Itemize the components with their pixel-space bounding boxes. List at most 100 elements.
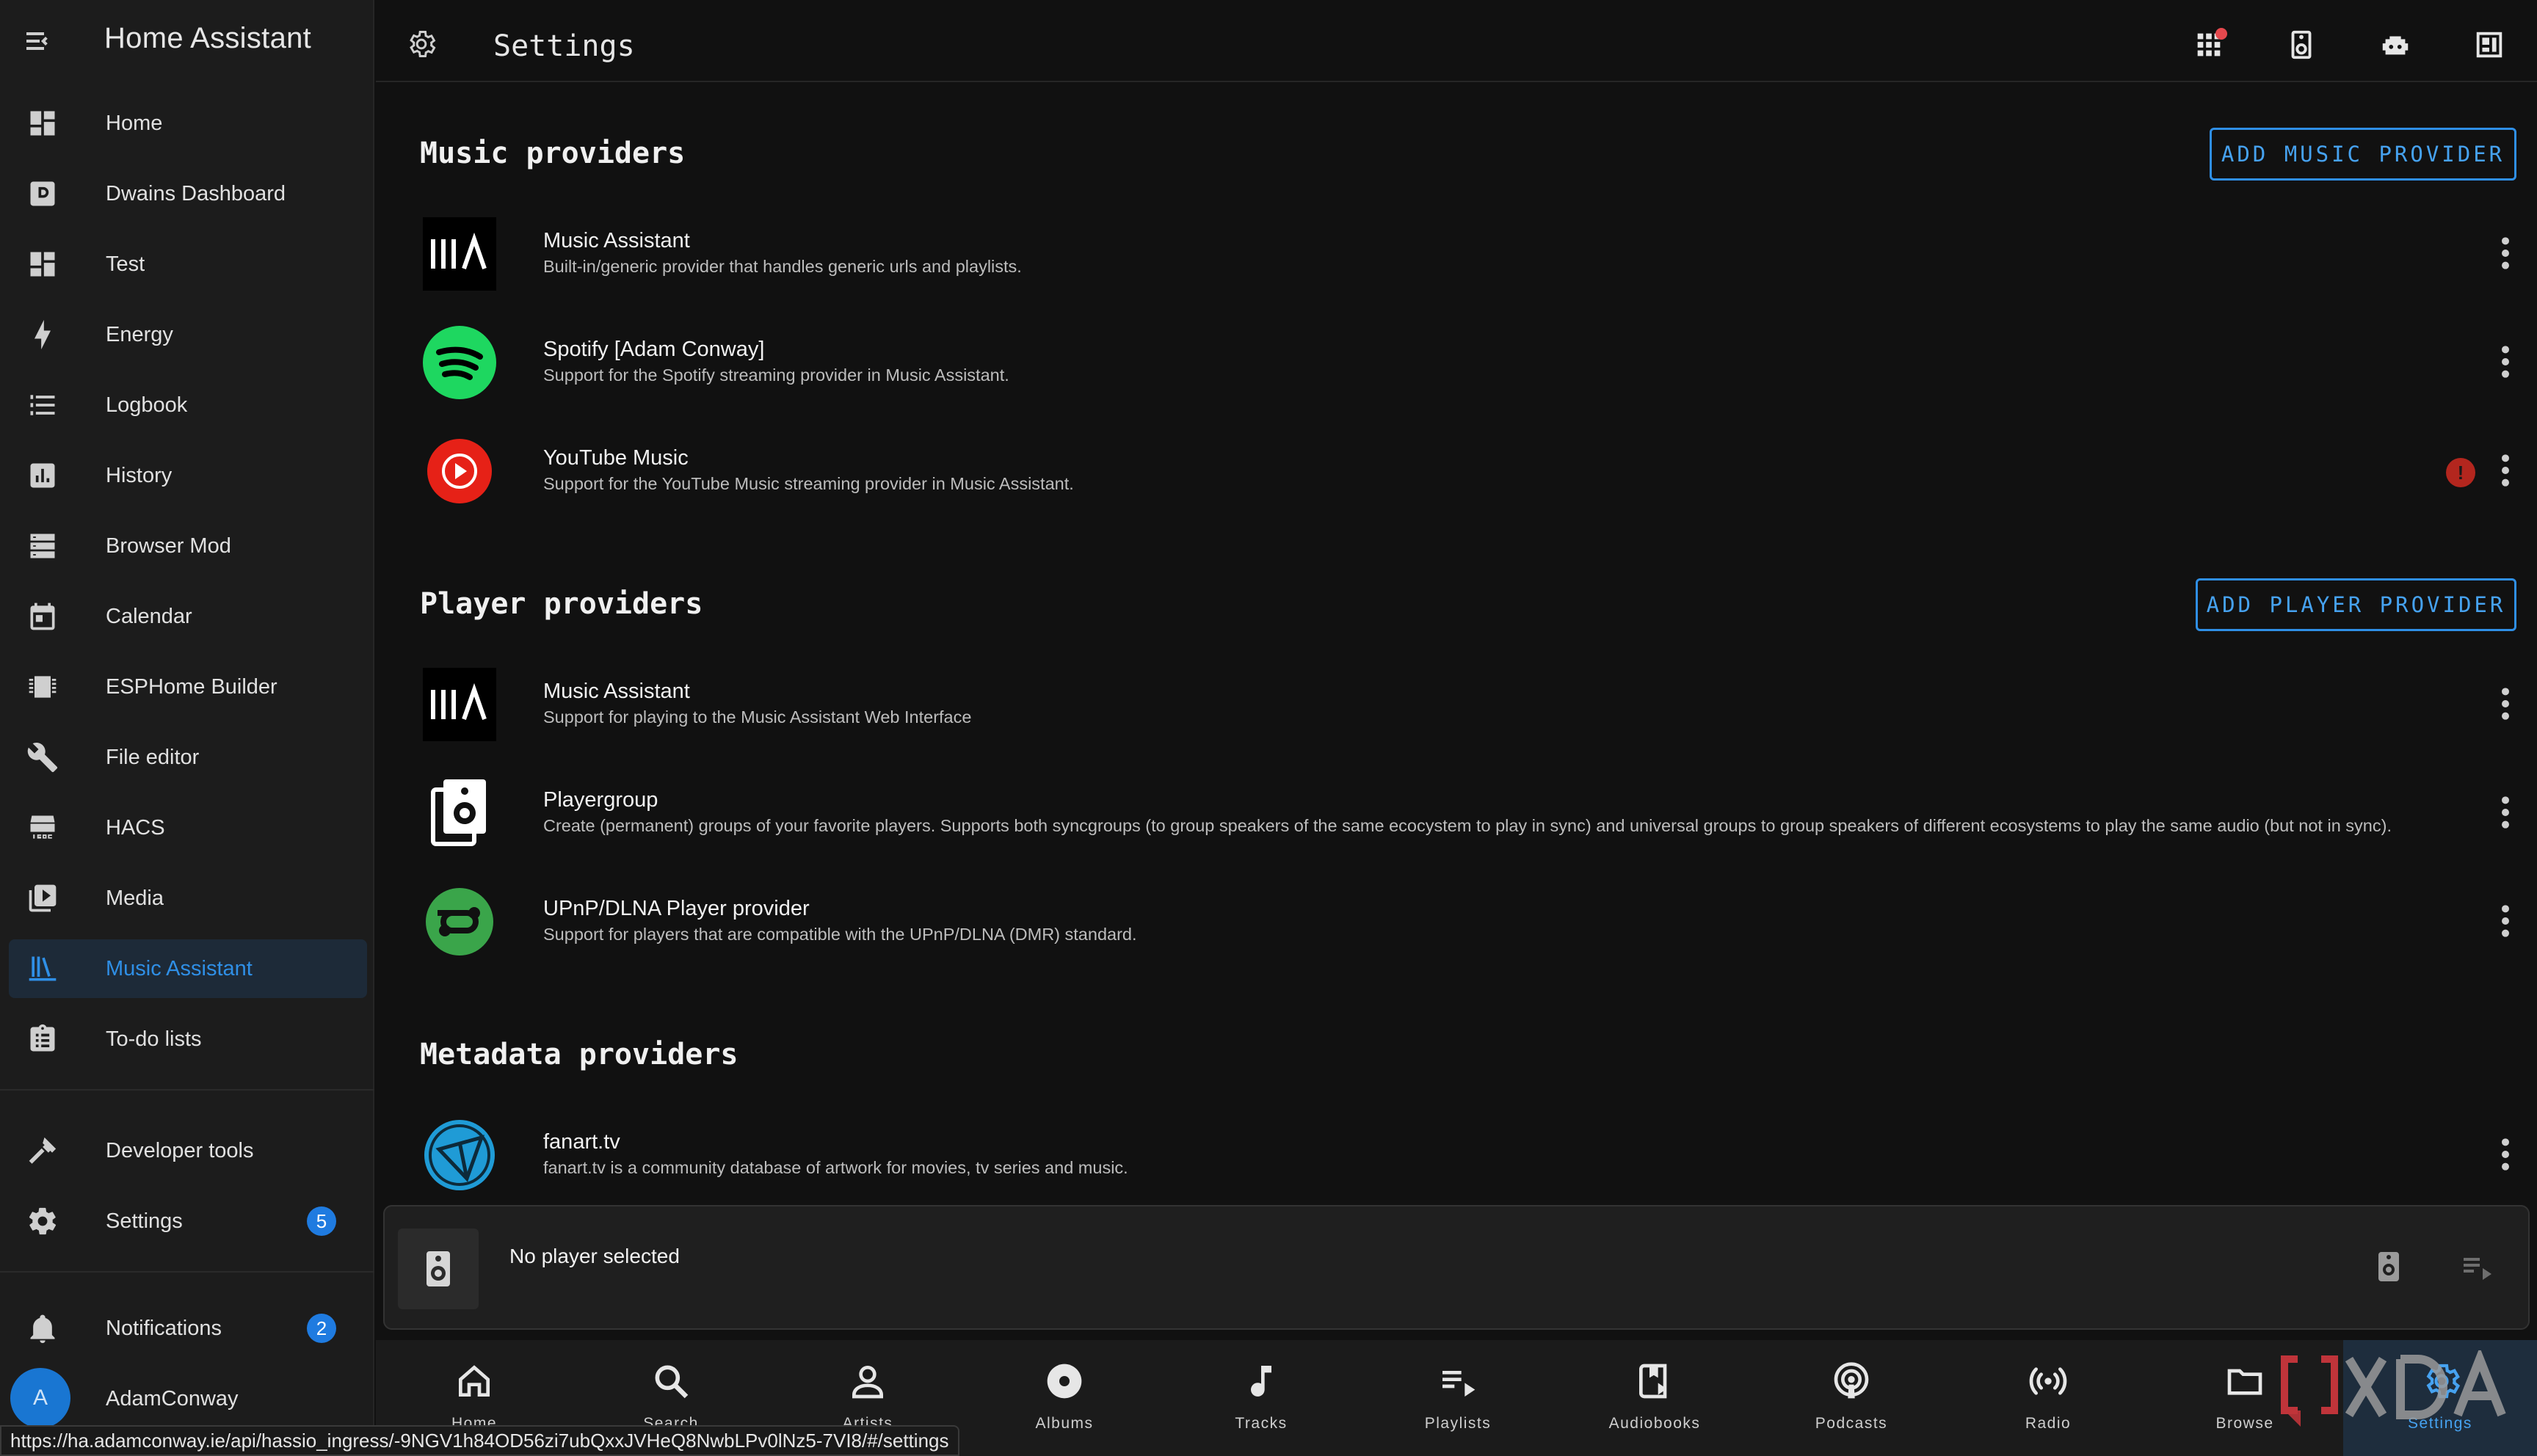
notification-dot [2215, 28, 2227, 40]
provider-row-upnp-dlna[interactable]: UPnP/DLNA Player provider Support for pl… [415, 881, 2522, 961]
account-box-icon[interactable] [2472, 28, 2506, 62]
sidebar-item-to-do-lists[interactable]: To-do lists [9, 1010, 367, 1069]
provider-row-spotify[interactable]: Spotify [Adam Conway] Support for the Sp… [415, 321, 2522, 402]
speaker-select-icon[interactable] [2371, 1249, 2406, 1284]
wrench-icon [27, 743, 58, 773]
provider-description: fanart.tv is a community database of art… [543, 1158, 1128, 1177]
more-vert-icon[interactable] [2494, 685, 2516, 722]
sidebar-item-label: Test [106, 252, 145, 276]
sidebar-item-calendar[interactable]: Calendar [9, 587, 367, 646]
nav-tracks[interactable]: Tracks [1163, 1340, 1360, 1456]
provider-row-music-assistant-player[interactable]: Music Assistant Support for playing to t… [415, 663, 2522, 744]
sidebar-item-label: History [106, 463, 173, 487]
provider-name: UPnP/DLNA Player provider [543, 897, 810, 920]
sidebar-item-developer-tools[interactable]: Developer tools [9, 1121, 367, 1180]
avatar[interactable]: A [10, 1368, 70, 1428]
sidebar-item-label: Home [106, 111, 163, 135]
library-icon [29, 956, 57, 981]
top-bar: Settings [376, 0, 2537, 82]
sidebar-item-settings[interactable]: Settings 5 [9, 1192, 367, 1251]
radio-waves-icon [2029, 1367, 2067, 1395]
provider-row-music-assistant[interactable]: Music Assistant Built-in/generic provide… [415, 213, 2522, 294]
music-assistant-logo-icon [423, 217, 496, 291]
provider-name: Playergroup [543, 788, 658, 812]
sidebar-item-label: Energy [106, 322, 173, 346]
sidebar-item-label: Dwains Dashboard [106, 181, 286, 205]
more-vert-icon[interactable] [2494, 903, 2516, 939]
podcast-icon [1834, 1362, 1869, 1399]
more-vert-icon[interactable] [2494, 452, 2516, 489]
sidebar-item-home[interactable]: Home [9, 94, 367, 153]
nav-podcasts[interactable]: Podcasts [1753, 1340, 1950, 1456]
hammer-icon [29, 1137, 57, 1164]
lightning-icon [35, 319, 51, 350]
sidebar-item-label: To-do lists [106, 1027, 202, 1051]
no-player-text: No player selected [509, 1245, 680, 1267]
music-note-icon [1251, 1366, 1271, 1397]
sidebar-item-energy[interactable]: Energy [9, 305, 367, 364]
book-play-icon [1639, 1364, 1667, 1399]
provider-row-playergroup[interactable]: Playergroup Create (permanent) groups of… [415, 772, 2522, 853]
sidebar-item-esphome-builder[interactable]: ESPHome Builder [9, 658, 367, 716]
sidebar-item-label: Media [106, 886, 164, 910]
error-badge[interactable]: ! [2446, 458, 2475, 487]
add-player-provider-button[interactable]: ADD PLAYER PROVIDER [2196, 578, 2516, 631]
sidebar: Home Assistant Home Dwains Dashboard Tes… [0, 0, 374, 1456]
media-play-icon [29, 884, 57, 912]
queue-music-icon[interactable] [2459, 1249, 2494, 1284]
playergroup-logo-icon [431, 779, 486, 846]
sidebar-item-music-assistant[interactable]: Music Assistant [9, 939, 367, 998]
robot-icon[interactable] [2378, 28, 2412, 62]
folder-icon [2227, 1369, 2262, 1395]
metadata-providers-title: Metadata providers [420, 1038, 738, 1071]
gear-icon [29, 1207, 57, 1235]
sidebar-item-label: Developer tools [106, 1138, 254, 1162]
sidebar-item-hacs[interactable]: HACS [9, 798, 367, 857]
nav-audiobooks[interactable]: Audiobooks [1556, 1340, 1753, 1456]
sidebar-item-media[interactable]: Media [9, 869, 367, 928]
sidebar-item-history[interactable]: History [9, 446, 367, 505]
more-vert-icon[interactable] [2494, 1136, 2516, 1173]
d-square-icon [30, 181, 55, 206]
add-music-provider-button[interactable]: ADD MUSIC PROVIDER [2210, 128, 2516, 181]
provider-description: Support for players that are compatible … [543, 925, 1137, 944]
fanart-logo-icon [424, 1120, 495, 1190]
list-icon [30, 395, 55, 415]
sidebar-header: Home Assistant [0, 0, 374, 82]
player-thumbnail [398, 1228, 479, 1309]
sidebar-item-dwains-dashboard[interactable]: Dwains Dashboard [9, 164, 367, 223]
more-vert-icon[interactable] [2494, 343, 2516, 380]
sidebar-item-notifications[interactable]: Notifications 2 [9, 1299, 367, 1358]
nav-albums[interactable]: Albums [966, 1340, 1163, 1456]
sidebar-item-logbook[interactable]: Logbook [9, 376, 367, 434]
more-vert-icon[interactable] [2494, 794, 2516, 831]
sidebar-item-label: File editor [106, 745, 200, 769]
provider-row-youtube-music[interactable]: YouTube Music Support for the YouTube Mu… [415, 430, 2522, 511]
provider-description: Support for the Spotify streaming provid… [543, 365, 1009, 385]
sidebar-item-label: Logbook [106, 393, 188, 417]
music-providers-title: Music providers [420, 136, 686, 170]
home-icon [459, 1365, 490, 1397]
sidebar-item-file-editor[interactable]: File editor [9, 728, 367, 787]
player-providers-title: Player providers [420, 587, 703, 621]
more-vert-icon[interactable] [2494, 235, 2516, 272]
settings-badge: 5 [307, 1206, 336, 1236]
nav-radio[interactable]: Radio [1950, 1340, 2146, 1456]
nav-label: Playlists [1424, 1415, 1492, 1432]
menu-open-icon[interactable] [22, 23, 57, 59]
nav-label: Podcasts [1815, 1415, 1888, 1432]
person-icon [852, 1366, 883, 1399]
sidebar-item-user[interactable]: AdamConway [81, 1369, 367, 1428]
user-name: AdamConway [106, 1386, 239, 1410]
xda-watermark-logo [2281, 1350, 2506, 1427]
bell-icon [30, 1314, 55, 1344]
search-icon [655, 1365, 689, 1399]
provider-row-fanart-tv[interactable]: fanart.tv fanart.tv is a community datab… [415, 1114, 2522, 1195]
sidebar-item-browser-mod[interactable]: Browser Mod [9, 517, 367, 575]
youtube-music-logo-icon [427, 439, 492, 503]
sidebar-divider [0, 1271, 374, 1273]
speaker-icon[interactable] [2284, 28, 2318, 62]
provider-name: fanart.tv [543, 1130, 620, 1154]
nav-playlists[interactable]: Playlists [1360, 1340, 1556, 1456]
sidebar-item-test[interactable]: Test [9, 235, 367, 294]
